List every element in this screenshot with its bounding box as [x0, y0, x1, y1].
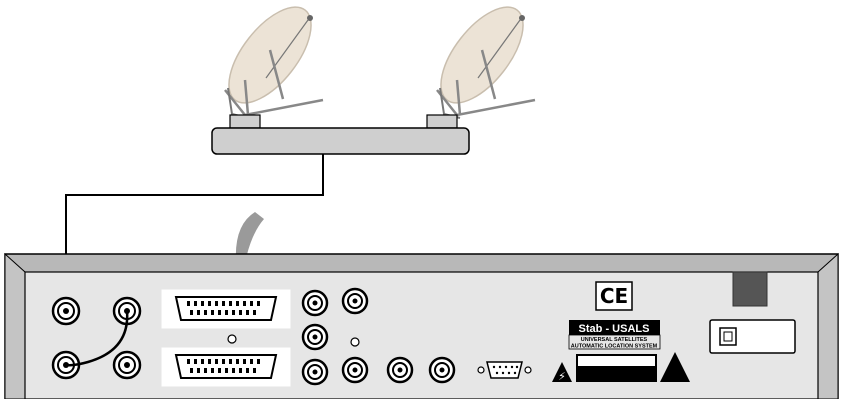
lnb-mount-2: [426, 114, 458, 129]
rca-separator-dot: [350, 337, 360, 347]
lnb-mount-1: [229, 114, 261, 129]
scart-separator-dot: [227, 334, 237, 344]
rca-connector-5[interactable]: [341, 356, 369, 384]
loop-out-2-connector[interactable]: [112, 350, 142, 380]
diseqc-switch-box: [211, 127, 470, 155]
rca-connector-2[interactable]: [341, 287, 369, 315]
svg-text:AUTOMATIC LOCATION SYSTEM: AUTOMATIC LOCATION SYSTEM: [571, 344, 658, 350]
power-socket[interactable]: [732, 271, 768, 307]
satellite-connection-diagram: CE Stab - USALS UNIVERSAL SATELLITES AUT…: [4, 6, 839, 399]
rca-connector-3[interactable]: [301, 323, 329, 351]
svg-text:CE: CE: [600, 284, 628, 308]
svg-text:UNIVERSAL SATELLITES: UNIVERSAL SATELLITES: [581, 337, 648, 343]
usals-label: Stab - USALS UNIVERSAL SATELLITES AUTOMA…: [568, 320, 661, 350]
satellite-dish-2: [436, 6, 536, 119]
svg-text:Stab - USALS: Stab - USALS: [579, 323, 650, 335]
ce-mark: CE: [595, 281, 633, 311]
rca-connector-4[interactable]: [301, 358, 329, 386]
svg-text:⚡: ⚡: [558, 370, 566, 383]
scart-tv-connector[interactable]: [161, 289, 291, 329]
rca-connector-7[interactable]: [428, 356, 456, 384]
rca-connector-6[interactable]: [386, 356, 414, 384]
lnb-in-1-connector[interactable]: [51, 296, 81, 326]
rca-connector-1[interactable]: [301, 289, 329, 317]
scart-vcr-connector[interactable]: [161, 347, 291, 387]
power-switch[interactable]: [709, 319, 796, 354]
